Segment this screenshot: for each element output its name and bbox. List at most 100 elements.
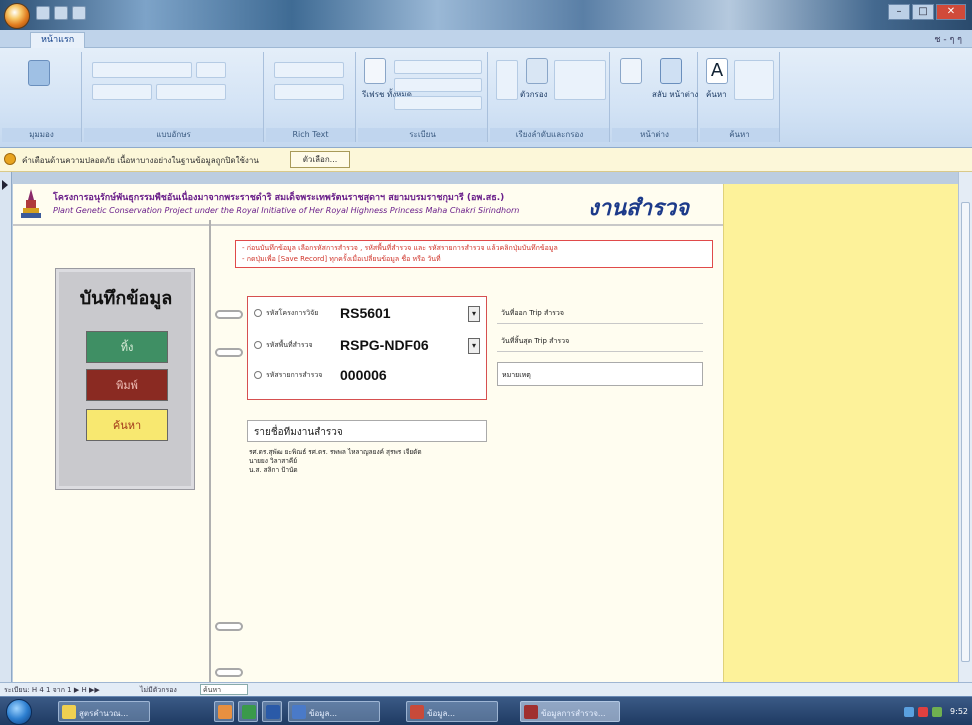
office-button-icon[interactable] [4,3,30,29]
refresh-icon[interactable] [364,58,386,84]
print-button[interactable]: พิมพ์ [86,369,168,401]
ribbon-group-font: แบบอักษร [84,52,264,142]
clock[interactable]: 9:52 [950,707,968,716]
binder-ring-icon [215,668,243,677]
align-buttons[interactable] [274,62,344,78]
new-record-button[interactable] [394,60,482,74]
search-button[interactable]: ค้นหา [86,409,168,441]
maximize-button[interactable]: □ [912,4,934,20]
app-icon [292,705,306,719]
ribbon-group-sort-filter: ตัวกรอง เรียงลำดับและกรอง [490,52,610,142]
ribbon: มุมมอง แบบอักษร Rich Text รีเฟรช ทั้งหมด… [0,48,972,148]
remark-label: หมายเหตุ [502,371,531,379]
ribbon-help[interactable]: ช - ๆ ๆ [934,32,962,46]
code-fields-box: รหัสโครงการวิจัย RS5601 ▾ รหัสพื้นที่สำร… [247,296,487,400]
sort-buttons[interactable] [496,60,518,100]
team-member: รศ.ดร.สุพัฒ ยะพิณธ์ รศ.ดร. รพพล ไหลาญลยง… [249,448,422,456]
project-code-value[interactable]: RS5601 [340,305,391,321]
dropdown-arrow-icon[interactable]: ▾ [468,338,480,354]
switch-window-icon[interactable] [660,58,682,84]
trip-end-label: วันที่สิ้นสุด Trip สำรวจ [501,337,570,345]
record-selector[interactable] [0,172,12,682]
taskbar-item[interactable]: ข้อมูล... [288,701,380,722]
volume-icon[interactable] [932,706,943,717]
vertical-scrollbar[interactable] [958,172,972,682]
ribbon-group-label: Rich Text [266,128,355,142]
taskbar-item[interactable] [262,701,282,722]
list-buttons[interactable] [274,84,344,100]
work-area: โครงการอนุรักษ์พันธุกรรมพืชอันเนื่องมาจา… [0,172,972,682]
field-label: รหัสพื้นที่สำรวจ [266,341,313,349]
security-icon[interactable] [918,706,929,717]
taskbar-item[interactable]: สูตรคำนวณ... [58,701,150,722]
app-icon [266,705,280,719]
binder-ring-icon [215,622,243,631]
security-options-button[interactable]: ตัวเลือก... [290,151,350,168]
ribbon-group-label: แบบอักษร [84,128,263,142]
advanced-filter-buttons[interactable] [554,60,606,100]
record-navigator[interactable]: ระเบียน: H 4 1 จาก 1 ▶ H ▶▶ [4,685,100,696]
notice-line: - กดปุ่มเพื่อ [Save Record] ทุกครั้งเมื่… [242,255,441,263]
area-code-value[interactable]: RSPG-NDF06 [340,337,429,353]
save-icon[interactable] [36,6,50,20]
delete-record-button[interactable] [394,96,482,110]
radio-button[interactable] [254,371,262,379]
record-navigation-bar: ระเบียน: H 4 1 จาก 1 ▶ H ▶▶ ไม่มีตัวกรอง… [0,682,972,696]
font-style-buttons[interactable] [92,84,152,100]
start-button-icon[interactable] [6,699,32,725]
binder-ring-icon [215,348,243,357]
page-title: งานสำรวจ [588,195,689,221]
remark-field[interactable]: หมายเหตุ [497,362,703,386]
ribbon-tabs: หน้าแรก ช - ๆ ๆ [0,30,972,48]
close-button[interactable]: ✕ [936,4,966,20]
fit-window-icon[interactable] [620,58,642,84]
redo-icon[interactable] [72,6,86,20]
undo-icon[interactable] [54,6,68,20]
font-color-buttons[interactable] [156,84,226,100]
network-icon[interactable] [904,706,915,717]
taskbar-item-label: ข้อมูล... [309,709,338,718]
discard-button[interactable]: ทิ้ง [86,331,168,363]
notice-line: - ก่อนบันทึกข้อมูล เลือกรหัสการสำรวจ , ร… [242,244,558,252]
replace-goto-buttons[interactable] [734,60,774,100]
trip-end-field[interactable]: วันที่สิ้นสุด Trip สำรวจ [497,330,703,352]
survey-code-value[interactable]: 000006 [340,367,387,383]
radio-button[interactable] [254,341,262,349]
taskbar-item-label: สูตรคำนวณ... [79,709,129,718]
trip-start-field[interactable]: วันที่ออก Trip สำรวจ [497,302,703,324]
trip-info: วันที่ออก Trip สำรวจ วันที่สิ้นสุด Trip … [497,302,707,392]
security-warning-text: คำเตือนด้านความปลอดภัย เนื้อหาบางอย่างใน… [22,156,259,165]
tab-home[interactable]: หน้าแรก [30,32,86,48]
warning-icon [4,153,16,165]
form-header: โครงการอนุรักษ์พันธุกรรมพืชอันเนื่องมาจา… [13,184,723,226]
scrollbar-thumb[interactable] [961,202,970,662]
font-name-select[interactable] [92,62,192,78]
taskbar-item[interactable]: ข้อมูล... [406,701,498,722]
radio-button[interactable] [254,309,262,317]
field-label: รหัสรายการสำรวจ [266,371,323,379]
switch-window-label: สลับ หน้าต่าง [652,90,699,99]
view-icon[interactable] [28,60,50,86]
taskbar-item-active[interactable]: ข้อมูลการสำรวจ... [520,701,620,722]
filter-icon[interactable] [526,58,548,84]
save-record-button[interactable] [394,78,482,92]
find-icon[interactable]: A [706,58,728,84]
taskbar-item[interactable] [214,701,234,722]
filter-status[interactable]: ไม่มีตัวกรอง [140,685,177,696]
ribbon-group-label: ค้นหา [700,128,779,142]
dropdown-arrow-icon[interactable]: ▾ [468,306,480,322]
field-label: รหัสโครงการวิจัย [266,309,319,317]
record-search-input[interactable]: ค้นหา [200,684,248,695]
minimize-button[interactable]: – [888,4,910,20]
org-name-english: Plant Genetic Conservation Project under… [53,206,520,215]
system-tray: 9:52 [904,701,968,722]
ribbon-group-label: หน้าต่าง [612,128,697,142]
ribbon-group-view: มุมมอง [2,52,82,142]
binder-ring-icon [215,310,243,319]
survey-team-header[interactable]: รายชื่อทีมงานสำรวจ [247,420,487,442]
taskbar-item[interactable] [238,701,258,722]
taskbar-item-label: ข้อมูล... [427,709,456,718]
team-member: น.ส. สลิกา ป้านัด [249,466,298,474]
ribbon-group-find: A ค้นหา ค้นหา [700,52,780,142]
font-size-select[interactable] [196,62,226,78]
